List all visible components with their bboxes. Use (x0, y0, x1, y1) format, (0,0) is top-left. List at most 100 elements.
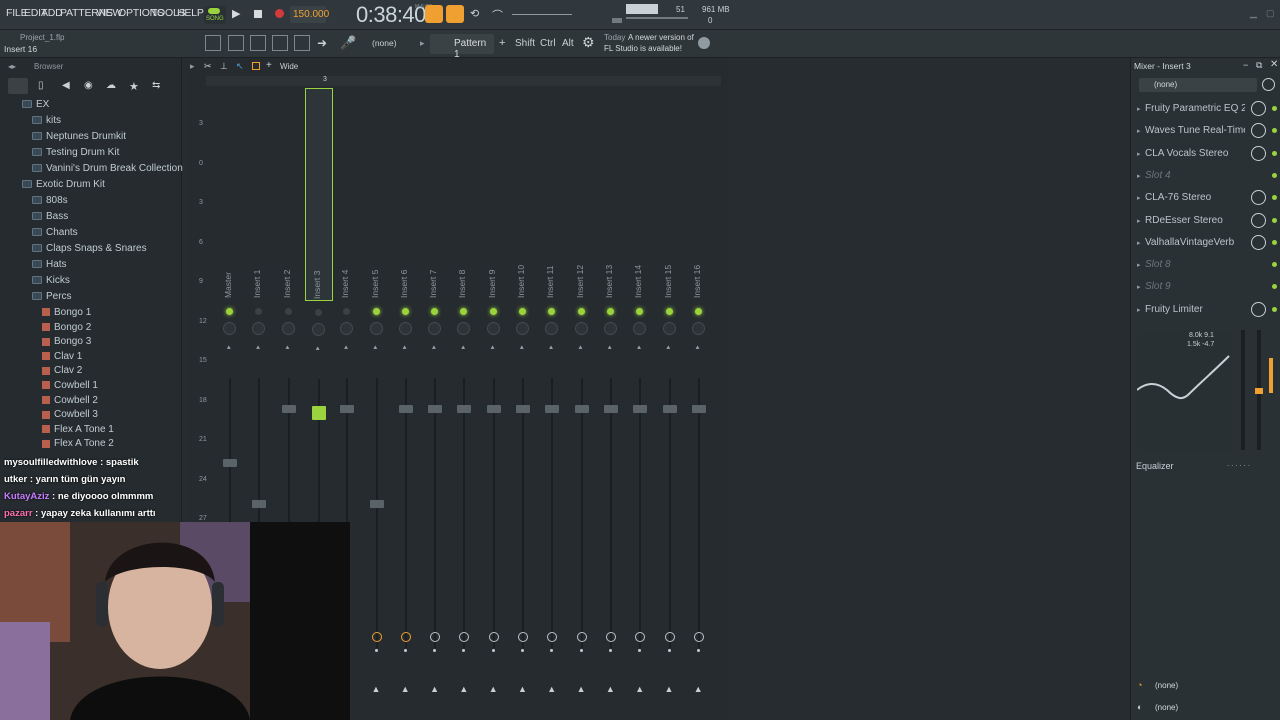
stereo-arrow-icon[interactable]: ⯅ (431, 345, 437, 352)
slot-expand-icon[interactable]: ▸ (1137, 283, 1141, 291)
strip-mute-led[interactable] (665, 308, 673, 315)
volume-fader-track[interactable] (697, 378, 700, 648)
volume-fader-cap[interactable] (340, 405, 355, 413)
browser-file[interactable]: Flex A Tone 2 (0, 438, 180, 454)
stereo-arrow-icon[interactable]: ⯅ (285, 345, 291, 352)
strip-mute-led[interactable] (548, 308, 556, 315)
route-knob[interactable] (635, 632, 646, 642)
slot-expand-icon[interactable]: ▸ (1137, 127, 1141, 135)
pan-knob[interactable] (691, 322, 705, 335)
route-knob[interactable] (693, 632, 704, 642)
pattern-prev-icon[interactable]: ▸ (420, 38, 425, 49)
slot-mix-knob[interactable] (1251, 101, 1266, 116)
send-arrow-icon[interactable]: ▲ (518, 684, 527, 694)
volume-fader-cap[interactable] (574, 405, 589, 413)
volume-fader-cap[interactable] (691, 405, 706, 413)
stereo-arrow-icon[interactable]: ⯅ (636, 345, 642, 352)
strip-mute-led[interactable] (401, 308, 409, 315)
countdown-button[interactable] (446, 5, 464, 23)
strip-mute-led[interactable] (431, 308, 439, 315)
strip-mute-led[interactable] (284, 308, 292, 315)
pan-knob[interactable] (545, 322, 559, 335)
route-knob[interactable] (430, 632, 441, 642)
strip-mute-led[interactable] (314, 309, 322, 316)
browser-folder[interactable]: Hats (0, 259, 180, 275)
panel-minimize-icon[interactable]: − (1243, 60, 1248, 70)
browser-star-icon[interactable]: ★ (129, 80, 139, 93)
wait-icon[interactable]: ⟲ (470, 7, 479, 20)
volume-fader-cap[interactable] (281, 405, 296, 413)
song-mode-toggle[interactable]: SONG (204, 6, 226, 24)
slot-expand-icon[interactable]: ▸ (1137, 239, 1141, 247)
mixer-strip[interactable]: Insert 7 ⯅ ▲ (422, 88, 450, 694)
input-clock-icon[interactable] (1262, 78, 1275, 91)
volume-fader-track[interactable] (609, 378, 612, 648)
loop-record-icon[interactable]: ⌒ (492, 7, 503, 23)
online-status-icon[interactable] (698, 37, 710, 49)
slot-expand-icon[interactable]: ▸ (1137, 217, 1141, 225)
stop-icon[interactable] (254, 10, 262, 18)
slot-mix-knob[interactable] (1251, 123, 1266, 139)
route-knob[interactable] (664, 632, 675, 642)
slot-enable-led[interactable] (1272, 150, 1277, 156)
volume-fader-track[interactable] (522, 378, 524, 648)
mixer-strip[interactable]: Insert 5 ⯅ ▲ (364, 88, 392, 694)
slot-enable-led[interactable] (1272, 106, 1277, 111)
browser-file[interactable]: Cowbell 1 (0, 380, 180, 396)
slot-expand-icon[interactable]: ▸ (1137, 261, 1141, 269)
browser-file[interactable]: Bongo 3 (0, 336, 180, 352)
strip-mute-led[interactable] (226, 308, 233, 315)
volume-fader-track[interactable] (551, 378, 554, 648)
stereo-arrow-icon[interactable]: ⯅ (695, 345, 701, 352)
pan-knob[interactable] (457, 322, 471, 335)
mixer-strip[interactable]: Insert 13 ⯅ ▲ (598, 88, 626, 694)
pan-knob[interactable] (311, 323, 325, 336)
send-arrow-icon[interactable]: ▲ (694, 684, 703, 694)
plugin-picker-icon[interactable] (294, 35, 310, 51)
news-line1[interactable]: A newer version of (628, 33, 694, 42)
slot-enable-led[interactable] (1272, 284, 1277, 290)
volume-fader-track[interactable] (404, 378, 407, 648)
slot-enable-led[interactable] (1272, 239, 1277, 245)
browser-folder[interactable]: Chants (0, 227, 180, 243)
alt-key[interactable]: Alt (562, 38, 574, 49)
route-knob[interactable] (459, 632, 470, 642)
pattern-selector[interactable]: Pattern 1 (430, 34, 494, 60)
master-pitch-slider[interactable] (512, 14, 572, 15)
tempo-display[interactable]: 150.000 (290, 6, 329, 23)
stereo-arrow-icon[interactable]: ⯅ (402, 345, 408, 352)
stereo-arrow-icon[interactable]: ⯅ (490, 345, 496, 352)
mixer-strip[interactable]: Insert 16 ⯅ ▲ (686, 88, 714, 694)
mixer-strip[interactable]: Insert 8 ⯅ ▲ (451, 88, 479, 694)
strip-mute-led[interactable] (372, 308, 380, 315)
pan-knob[interactable] (603, 322, 617, 335)
volume-fader-cap[interactable] (603, 405, 618, 413)
effect-slot[interactable]: ▸ Slot 8 (1131, 254, 1280, 276)
mixer-frame-icon[interactable] (252, 62, 260, 70)
send-arrow-icon[interactable]: ▲ (577, 684, 586, 694)
effect-slot[interactable]: ▸ CLA Vocals Stereo (1131, 143, 1280, 165)
strip-mute-led[interactable] (606, 308, 614, 315)
pan-knob[interactable] (281, 322, 295, 335)
slot-expand-icon[interactable]: ▸ (1137, 306, 1141, 314)
slot-mix-knob[interactable] (1251, 301, 1266, 317)
route-knob[interactable] (576, 632, 587, 642)
stereo-arrow-icon[interactable]: ⯅ (460, 345, 466, 352)
mixer-strip[interactable]: Insert 10 ⯅ ▲ (510, 88, 538, 694)
strip-mute-led[interactable] (255, 308, 263, 315)
stereo-separation-slider[interactable] (1241, 330, 1245, 450)
route-knob[interactable] (400, 632, 411, 642)
pan-knob[interactable] (398, 322, 412, 335)
stereo-arrow-icon[interactable]: ⯅ (315, 346, 321, 353)
menu-help[interactable]: HELP (177, 7, 204, 19)
effect-slot[interactable]: ▸ ValhallaVintageVerb (1131, 232, 1280, 254)
pan-knob[interactable] (428, 322, 442, 335)
volume-fader-track[interactable] (668, 378, 671, 648)
send-arrow-icon[interactable]: ▲ (635, 684, 644, 694)
input-selector[interactable]: (none) (372, 38, 397, 48)
panel-close-icon[interactable]: ✕ (1270, 59, 1278, 70)
effect-slot[interactable]: ▸ CLA-76 Stereo (1131, 187, 1280, 209)
playlist-icon[interactable] (205, 35, 221, 51)
stereo-arrow-icon[interactable]: ⯅ (255, 345, 261, 352)
slot-expand-icon[interactable]: ▸ (1137, 105, 1141, 113)
